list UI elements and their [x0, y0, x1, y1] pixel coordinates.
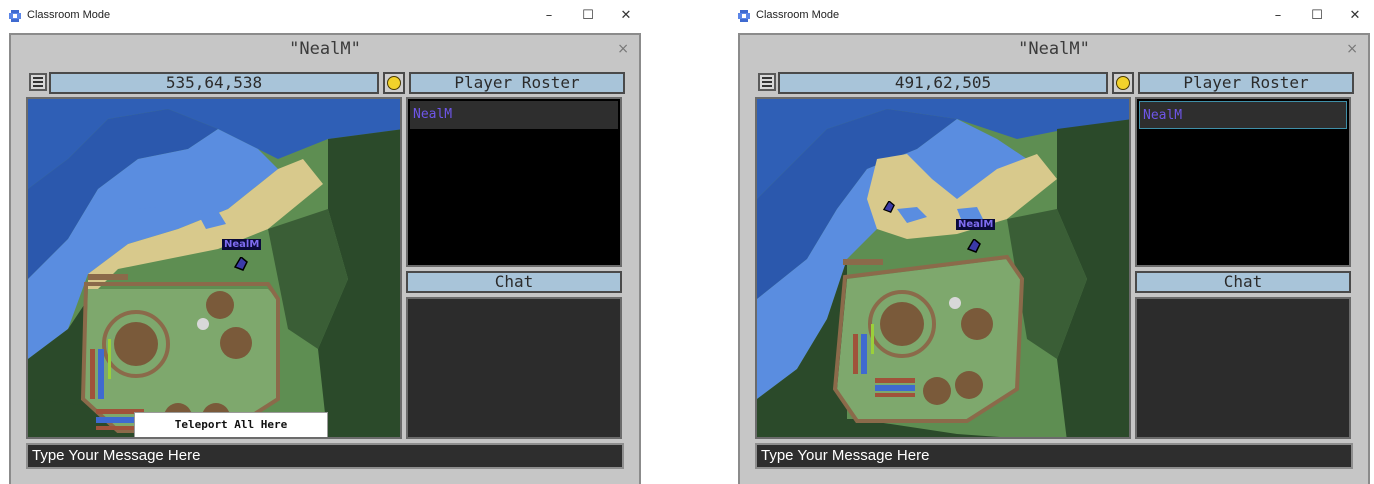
app-window-right: Classroom Mode – ☐ ✕ "NealM" × 491,62,50… — [729, 0, 1374, 484]
menu-button[interactable] — [758, 73, 776, 91]
player-roster-list: NealM — [406, 97, 622, 267]
teleport-all-here-item[interactable]: Teleport All Here — [175, 418, 288, 431]
maximize-button[interactable]: ☐ — [1299, 4, 1335, 28]
classroom-dialog: "NealM" × 491,62,505 Player Roster NealM… — [738, 33, 1370, 484]
close-button[interactable]: ✕ — [608, 4, 644, 28]
window-title: Classroom Mode — [27, 9, 111, 21]
app-icon — [9, 10, 21, 22]
player-marker-icon[interactable] — [967, 239, 981, 253]
dialog-close-button[interactable]: × — [617, 41, 629, 57]
world-map[interactable]: NealM Teleport All Here — [26, 97, 402, 439]
face-button[interactable] — [383, 72, 405, 94]
window-title: Classroom Mode — [756, 9, 840, 21]
face-icon — [387, 76, 401, 90]
message-input[interactable]: Type Your Message Here — [26, 443, 624, 469]
map-image — [757, 99, 1129, 437]
window-titlebar[interactable]: Classroom Mode – ☐ ✕ — [0, 0, 645, 32]
coordinates-display: 491,62,505 — [778, 72, 1108, 94]
dialog-title: "NealM" — [289, 39, 361, 59]
face-icon — [1116, 76, 1130, 90]
coordinates-display: 535,64,538 — [49, 72, 379, 94]
maximize-button[interactable]: ☐ — [570, 4, 606, 28]
menu-button[interactable] — [29, 73, 47, 91]
dialog-close-button[interactable]: × — [1346, 41, 1358, 57]
roster-item[interactable]: NealM — [1139, 101, 1347, 129]
roster-item[interactable]: NealM — [410, 101, 618, 129]
roster-header: Player Roster — [1138, 72, 1354, 94]
classroom-dialog: "NealM" × 535,64,538 Player Roster NealM… — [9, 33, 641, 484]
app-window-left: Classroom Mode – ☐ ✕ "NealM" × 535,64,53… — [0, 0, 645, 484]
chat-log — [406, 297, 622, 439]
chat-log — [1135, 297, 1351, 439]
menu-icon — [762, 77, 772, 79]
map-player-label: NealM — [222, 239, 262, 250]
dialog-title: "NealM" — [1018, 39, 1090, 59]
menu-icon — [33, 77, 43, 79]
chat-header: Chat — [406, 271, 622, 293]
minimize-button[interactable]: – — [531, 4, 567, 28]
app-icon — [738, 10, 750, 22]
face-button[interactable] — [1112, 72, 1134, 94]
world-map[interactable]: NealM — [755, 97, 1131, 439]
map-image — [28, 99, 400, 437]
close-button[interactable]: ✕ — [1337, 4, 1373, 28]
minimize-button[interactable]: – — [1260, 4, 1296, 28]
map-player-label: NealM — [956, 219, 996, 230]
context-menu-teleport[interactable]: Teleport All Here — [134, 412, 328, 437]
roster-header: Player Roster — [409, 72, 625, 94]
player-roster-list: NealM — [1135, 97, 1351, 267]
player-marker-icon[interactable] — [234, 257, 248, 271]
message-input[interactable]: Type Your Message Here — [755, 443, 1353, 469]
chat-header: Chat — [1135, 271, 1351, 293]
window-titlebar[interactable]: Classroom Mode – ☐ ✕ — [729, 0, 1374, 32]
player-marker-icon[interactable] — [883, 201, 895, 213]
